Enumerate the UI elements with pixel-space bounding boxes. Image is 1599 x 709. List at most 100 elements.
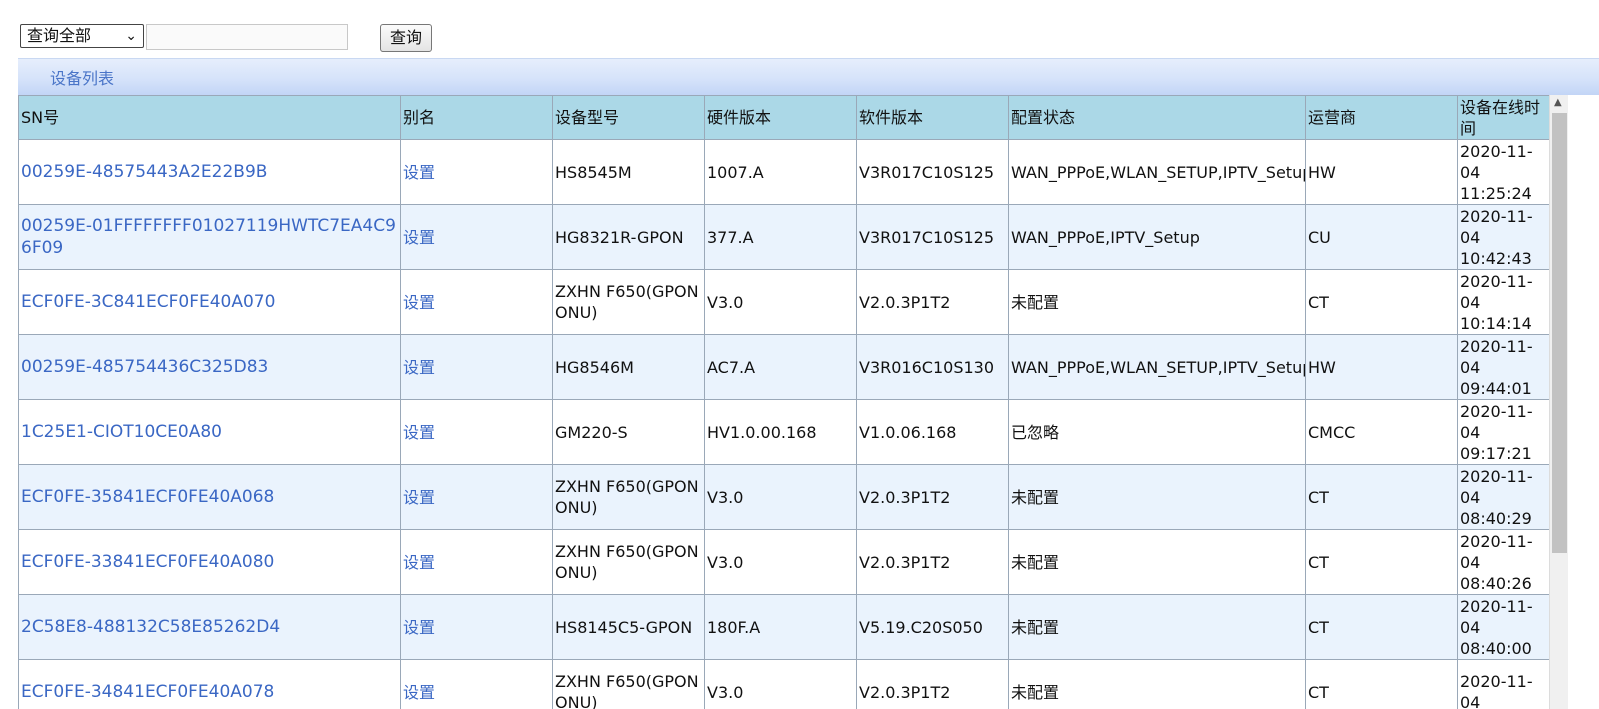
software-version-cell: V3R016C10S130: [856, 334, 1009, 400]
alias-cell: 设置: [400, 529, 553, 595]
online-time-cell: 2020-11-04 08:40:29: [1457, 464, 1549, 530]
sn-cell: ECF0FE-34841ECF0FE40A078: [18, 659, 401, 709]
query-scope-value: 查询全部: [27, 26, 92, 45]
query-toolbar: 查询全部 ⌄ 查询: [0, 0, 1599, 58]
sn-cell: 1C25E1-CIOT10CE0A80: [18, 399, 401, 465]
carrier-cell: CT: [1305, 594, 1458, 660]
alias-setting-link[interactable]: 设置: [403, 683, 435, 702]
column-header-software-version[interactable]: 软件版本: [856, 95, 1009, 140]
alias-cell: 设置: [400, 334, 553, 400]
software-version-cell: V2.0.3P1T2: [856, 529, 1009, 595]
alias-setting-link[interactable]: 设置: [403, 553, 435, 572]
sn-cell: ECF0FE-3C841ECF0FE40A070: [18, 269, 401, 335]
alias-setting-link[interactable]: 设置: [403, 228, 435, 247]
config-status-cell: WAN_PPPoE,WLAN_SETUP,IPTV_Setup: [1008, 334, 1306, 400]
hardware-version-cell: 1007.A: [704, 139, 857, 205]
hardware-version-cell: 180F.A: [704, 594, 857, 660]
software-version-cell: V1.0.06.168: [856, 399, 1009, 465]
column-header-sn[interactable]: SN号: [18, 95, 401, 140]
chevron-down-icon: ⌄: [125, 28, 137, 44]
config-status-cell: 未配置: [1008, 269, 1306, 335]
panel-header: 设备列表: [18, 58, 1599, 95]
scroll-up-arrow-icon[interactable]: ▲: [1554, 97, 1562, 108]
software-version-cell: V3R017C10S125: [856, 139, 1009, 205]
sn-cell: 2C58E8-488132C58E85262D4: [18, 594, 401, 660]
online-time-cell: 2020-11-04 08:40:26: [1457, 529, 1549, 595]
model-cell: ZXHN F650(GPON ONU): [552, 269, 705, 335]
sn-cell: 00259E-01FFFFFFFF01027119HWTC7EA4C96F09: [18, 204, 401, 270]
config-status-cell: WAN_PPPoE,WLAN_SETUP,IPTV_Setup: [1008, 139, 1306, 205]
alias-setting-link[interactable]: 设置: [403, 618, 435, 637]
online-time-cell: 2020-11-04 09:17:21: [1457, 399, 1549, 465]
column-header-carrier[interactable]: 运营商: [1305, 95, 1458, 140]
alias-setting-link[interactable]: 设置: [403, 293, 435, 312]
table-header-row: SN号 别名 设备型号 硬件版本 软件版本 配置状态 运营商 设备在线时间: [18, 95, 1549, 140]
alias-cell: 设置: [400, 464, 553, 530]
model-cell: ZXHN F650(GPON ONU): [552, 464, 705, 530]
model-cell: HG8546M: [552, 334, 705, 400]
online-time-cell: 2020-11-04 11:25:24: [1457, 139, 1549, 205]
config-status-cell: 未配置: [1008, 529, 1306, 595]
alias-cell: 设置: [400, 139, 553, 205]
hardware-version-cell: 377.A: [704, 204, 857, 270]
carrier-cell: HW: [1305, 139, 1458, 205]
column-header-online-time[interactable]: 设备在线时间: [1457, 95, 1549, 140]
scrollbar-thumb[interactable]: [1552, 113, 1567, 553]
table-row: ECF0FE-33841ECF0FE40A080 设置 ZXHN F650(GP…: [18, 529, 1549, 595]
alias-cell: 设置: [400, 269, 553, 335]
panel-title: 设备列表: [50, 69, 115, 88]
carrier-cell: CT: [1305, 269, 1458, 335]
column-header-config-status[interactable]: 配置状态: [1008, 95, 1306, 140]
right-margin: [1568, 95, 1599, 709]
carrier-cell: CT: [1305, 659, 1458, 709]
hardware-version-cell: V3.0: [704, 659, 857, 709]
carrier-cell: CT: [1305, 464, 1458, 530]
alias-setting-link[interactable]: 设置: [403, 163, 435, 182]
model-cell: HS8545M: [552, 139, 705, 205]
alias-setting-link[interactable]: 设置: [403, 488, 435, 507]
column-header-model[interactable]: 设备型号: [552, 95, 705, 140]
sn-cell: ECF0FE-33841ECF0FE40A080: [18, 529, 401, 595]
vertical-scrollbar[interactable]: ▲: [1549, 95, 1569, 709]
sn-link[interactable]: 1C25E1-CIOT10CE0A80: [21, 422, 222, 442]
model-cell: ZXHN F650(GPON ONU): [552, 529, 705, 595]
table-row: 2C58E8-488132C58E85262D4 设置 HS8145C5-GPO…: [18, 594, 1549, 660]
hardware-version-cell: AC7.A: [704, 334, 857, 400]
search-input[interactable]: [146, 24, 348, 50]
software-version-cell: V2.0.3P1T2: [856, 269, 1009, 335]
alias-cell: 设置: [400, 659, 553, 709]
sn-cell: 00259E-48575443A2E22B9B: [18, 139, 401, 205]
sn-link[interactable]: 00259E-48575443A2E22B9B: [21, 162, 267, 182]
sn-link[interactable]: ECF0FE-33841ECF0FE40A080: [21, 552, 274, 572]
model-cell: ZXHN F650(GPON ONU): [552, 659, 705, 709]
table-row: ECF0FE-34841ECF0FE40A078 设置 ZXHN F650(GP…: [18, 659, 1549, 709]
hardware-version-cell: V3.0: [704, 529, 857, 595]
software-version-cell: V3R017C10S125: [856, 204, 1009, 270]
sn-link[interactable]: 00259E-01FFFFFFFF01027119HWTC7EA4C96F09: [21, 216, 396, 258]
alias-setting-link[interactable]: 设置: [403, 423, 435, 442]
config-status-cell: WAN_PPPoE,IPTV_Setup: [1008, 204, 1306, 270]
query-button[interactable]: 查询: [380, 24, 432, 52]
software-version-cell: V5.19.C20S050: [856, 594, 1009, 660]
table-row: 00259E-48575443A2E22B9B 设置 HS8545M 1007.…: [18, 139, 1549, 205]
alias-cell: 设置: [400, 594, 553, 660]
sn-link[interactable]: ECF0FE-34841ECF0FE40A078: [21, 682, 274, 702]
alias-setting-link[interactable]: 设置: [403, 358, 435, 377]
config-status-cell: 未配置: [1008, 594, 1306, 660]
column-header-alias[interactable]: 别名: [400, 95, 553, 140]
model-cell: HS8145C5-GPON: [552, 594, 705, 660]
online-time-cell: 2020-11-04 10:14:14: [1457, 269, 1549, 335]
sn-cell: ECF0FE-35841ECF0FE40A068: [18, 464, 401, 530]
column-header-hardware-version[interactable]: 硬件版本: [704, 95, 857, 140]
sn-link[interactable]: ECF0FE-35841ECF0FE40A068: [21, 487, 274, 507]
carrier-cell: HW: [1305, 334, 1458, 400]
model-cell: GM220-S: [552, 399, 705, 465]
carrier-cell: CMCC: [1305, 399, 1458, 465]
sn-link[interactable]: 2C58E8-488132C58E85262D4: [21, 617, 280, 637]
config-status-cell: 已忽略: [1008, 399, 1306, 465]
sn-link[interactable]: ECF0FE-3C841ECF0FE40A070: [21, 292, 275, 312]
table-row: 1C25E1-CIOT10CE0A80 设置 GM220-S HV1.0.00.…: [18, 399, 1549, 465]
query-scope-select[interactable]: 查询全部 ⌄: [20, 24, 144, 48]
sn-cell: 00259E-485754436C325D83: [18, 334, 401, 400]
sn-link[interactable]: 00259E-485754436C325D83: [21, 357, 268, 377]
